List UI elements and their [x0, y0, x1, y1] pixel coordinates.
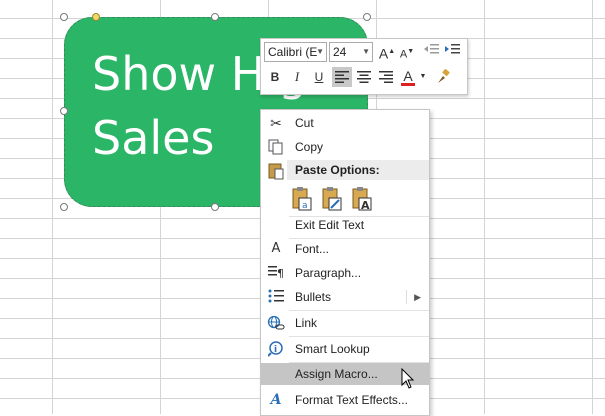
paragraph-icon: ¶: [267, 265, 285, 281]
font-size-value: 24: [333, 45, 347, 59]
menu-item-cut[interactable]: ✂ Cut: [261, 112, 429, 134]
smart-lookup-icon-svg: i: [267, 341, 283, 357]
font-name-combo[interactable]: Calibri (E ▼: [264, 42, 327, 62]
align-right-icon: [379, 71, 393, 83]
menu-item-smart-lookup[interactable]: i Smart Lookup: [261, 338, 429, 360]
font-color-dropdown[interactable]: ▼: [418, 67, 428, 87]
menu-item-font[interactable]: A Font...: [261, 238, 429, 260]
italic-button[interactable]: I: [287, 67, 307, 87]
align-left-icon: [335, 71, 349, 83]
chevron-down-icon: ▼: [362, 47, 370, 56]
menu-item-exit-edit-text-label: Exit Edit Text: [295, 218, 365, 232]
svg-text:A: A: [361, 199, 370, 212]
chevron-down-icon: ▼: [316, 47, 324, 56]
font-color-swatch: [401, 83, 415, 86]
paste-use-destination-theme-button[interactable]: a: [291, 186, 313, 212]
menu-item-copy-label: Copy: [295, 140, 324, 154]
menu-item-bullets-label: Bullets: [295, 290, 332, 304]
text-effects-icon: A: [270, 392, 282, 408]
bullets-icon-svg: [268, 289, 284, 303]
paste-icon-svg: [268, 163, 284, 180]
submenu-divider: [406, 290, 407, 304]
scissors-icon: ✂: [270, 115, 282, 131]
menu-separator: [289, 336, 429, 337]
increase-indent-button[interactable]: [442, 42, 462, 62]
resize-handle-top-right[interactable]: [363, 13, 371, 21]
smart-lookup-icon: i: [267, 341, 285, 357]
menu-item-bullets[interactable]: Bullets ▶: [261, 286, 429, 308]
bullets-icon: [267, 289, 285, 305]
format-painter-icon: [438, 69, 450, 83]
svg-text:¶: ¶: [277, 267, 284, 279]
copy-icon-svg: [268, 139, 283, 155]
menu-item-format-text-effects-label: Format Text Effects...: [295, 393, 408, 407]
link-icon-svg: [267, 315, 285, 330]
align-center-icon: [357, 71, 371, 83]
resize-handle-bottom-left[interactable]: [60, 203, 68, 211]
paste-text-only-icon: A: [352, 187, 372, 212]
paste-keep-formatting-icon: [322, 187, 342, 211]
align-center-button[interactable]: [354, 67, 374, 87]
link-icon: [267, 315, 285, 331]
decrease-indent-icon: [424, 44, 439, 54]
resize-handle-middle-left[interactable]: [60, 107, 68, 115]
format-painter-button[interactable]: [433, 67, 453, 87]
menu-item-smart-lookup-label: Smart Lookup: [295, 342, 370, 356]
menu-item-exit-edit-text[interactable]: Exit Edit Text: [261, 214, 429, 236]
underline-button[interactable]: U: [309, 67, 329, 87]
menu-item-assign-macro-label: Assign Macro...: [295, 367, 378, 381]
resize-handle-bottom-center[interactable]: [211, 203, 219, 211]
menu-item-paragraph-label: Paragraph...: [295, 266, 362, 280]
paragraph-icon-svg: ¶: [268, 266, 284, 280]
grow-font-icon: A: [378, 45, 389, 62]
decrease-indent-button[interactable]: [421, 42, 441, 62]
font-size-combo[interactable]: 24 ▼: [329, 42, 373, 62]
menu-item-link[interactable]: Link: [261, 312, 429, 334]
increase-indent-icon: [445, 44, 460, 54]
menu-item-paragraph[interactable]: ¶ Paragraph...: [261, 262, 429, 284]
align-right-button[interactable]: [376, 67, 396, 87]
mini-toolbar: Calibri (E ▼ 24 ▼ A▲ A▼ B I U A ▼: [260, 38, 468, 95]
menu-item-copy[interactable]: Copy: [261, 136, 429, 158]
font-color-glyph: A: [403, 68, 413, 84]
align-left-button[interactable]: [332, 67, 352, 87]
menu-item-format-text-effects[interactable]: A Format Text Effects...: [261, 389, 429, 411]
menu-separator: [289, 310, 429, 311]
font-color-button[interactable]: A: [398, 66, 418, 86]
chevron-right-icon: ▶: [414, 292, 421, 302]
font-icon: A: [271, 241, 281, 256]
shrink-font-button[interactable]: A▼: [397, 42, 417, 62]
resize-handle-top-center[interactable]: [211, 13, 219, 21]
grow-font-button[interactable]: A▲: [377, 42, 397, 62]
menu-item-link-label: Link: [295, 316, 318, 330]
paste-keep-text-only-button[interactable]: A: [351, 186, 373, 212]
chevron-down-icon: ▼: [419, 73, 427, 80]
menu-item-font-label: Font...: [295, 242, 330, 256]
resize-handle-top-left[interactable]: [60, 13, 68, 21]
svg-text:a: a: [302, 201, 308, 211]
menu-item-cut-label: Cut: [295, 116, 314, 130]
paste-destination-theme-icon: a: [292, 187, 312, 211]
paste-keep-source-formatting-button[interactable]: [321, 186, 343, 212]
svg-text:i: i: [274, 345, 277, 355]
bold-button[interactable]: B: [265, 67, 285, 87]
paste-options-label: Paste Options:: [295, 163, 380, 177]
paste-options-header: Paste Options:: [287, 160, 429, 180]
copy-icon: [267, 139, 285, 155]
paste-icon: [267, 162, 285, 183]
mouse-cursor-icon: [401, 368, 415, 389]
adjust-handle[interactable]: [92, 13, 100, 21]
font-name-value: Calibri (E: [268, 45, 318, 59]
